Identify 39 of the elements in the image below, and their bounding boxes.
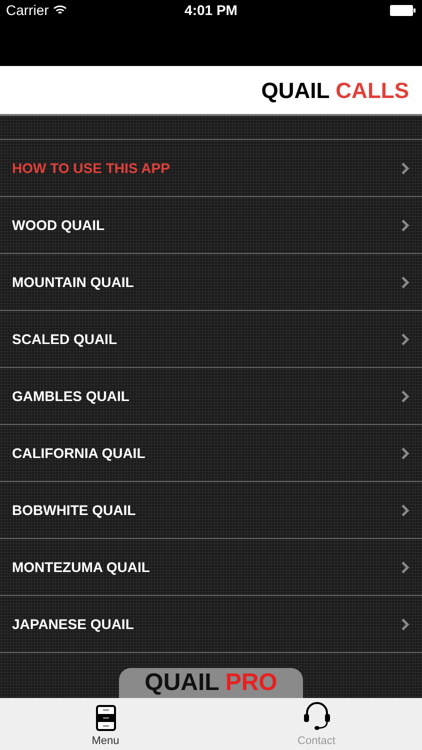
chevron-icon <box>401 618 410 630</box>
menu-item-label: JAPANESE QUAIL <box>12 614 134 634</box>
chevron-icon <box>401 560 410 574</box>
menu-item-label: MONTEZUMA QUAIL <box>12 558 150 577</box>
list-row[interactable]: HOW TO USE THIS APP <box>0 140 422 197</box>
tab-item[interactable]: Menu <box>0 698 211 750</box>
menu-item-label: GAMBLES QUAIL <box>12 386 130 406</box>
list-row[interactable]: MONTEZUMA QUAIL <box>0 539 422 596</box>
menu-item-label: CALIFORNIA QUAIL <box>12 444 146 463</box>
chevron-icon <box>401 446 410 460</box>
time-label: 4:01 PM <box>184 0 238 20</box>
title-dark: QUAIL <box>261 76 330 104</box>
list-row[interactable]: GAMBLES QUAIL <box>0 368 422 425</box>
wifi-icon <box>52 5 67 15</box>
chevron-icon <box>401 276 410 288</box>
menu-item-label: BOBWHITE QUAIL <box>12 500 136 520</box>
list-row[interactable]: BOBWHITE QUAIL <box>0 482 422 539</box>
banner-word-accent: PRO <box>225 671 278 695</box>
chevron-icon <box>401 390 410 402</box>
list-row[interactable]: MOUNTAIN QUAIL <box>0 254 422 311</box>
battery-icon <box>390 4 416 16</box>
chevron-icon <box>401 218 410 232</box>
chevron-icon <box>401 504 410 516</box>
carrier-label: Carrier <box>6 0 49 20</box>
chevron-icon <box>401 162 410 174</box>
banner-word-dark: QUAIL <box>144 671 220 695</box>
list-row[interactable]: SCALED QUAIL <box>0 311 422 368</box>
headset-icon <box>302 700 330 730</box>
menu-item-label: SCALED QUAIL <box>12 330 117 349</box>
menu-item-label: WOOD QUAIL <box>12 216 105 235</box>
list-row[interactable]: JAPANESE QUAIL <box>0 596 422 653</box>
menu-item-label: MOUNTAIN QUAIL <box>12 272 134 292</box>
list-row[interactable]: WOOD QUAIL <box>0 197 422 254</box>
pro-banner[interactable]: QUAIL PRO <box>119 668 303 698</box>
cabinet-icon <box>96 704 116 730</box>
menu-item-label: HOW TO USE THIS APP <box>12 158 170 178</box>
list-row[interactable]: CALIFORNIA QUAIL <box>0 425 422 482</box>
title-accent: CALLS <box>336 76 409 104</box>
chevron-icon <box>401 332 410 346</box>
